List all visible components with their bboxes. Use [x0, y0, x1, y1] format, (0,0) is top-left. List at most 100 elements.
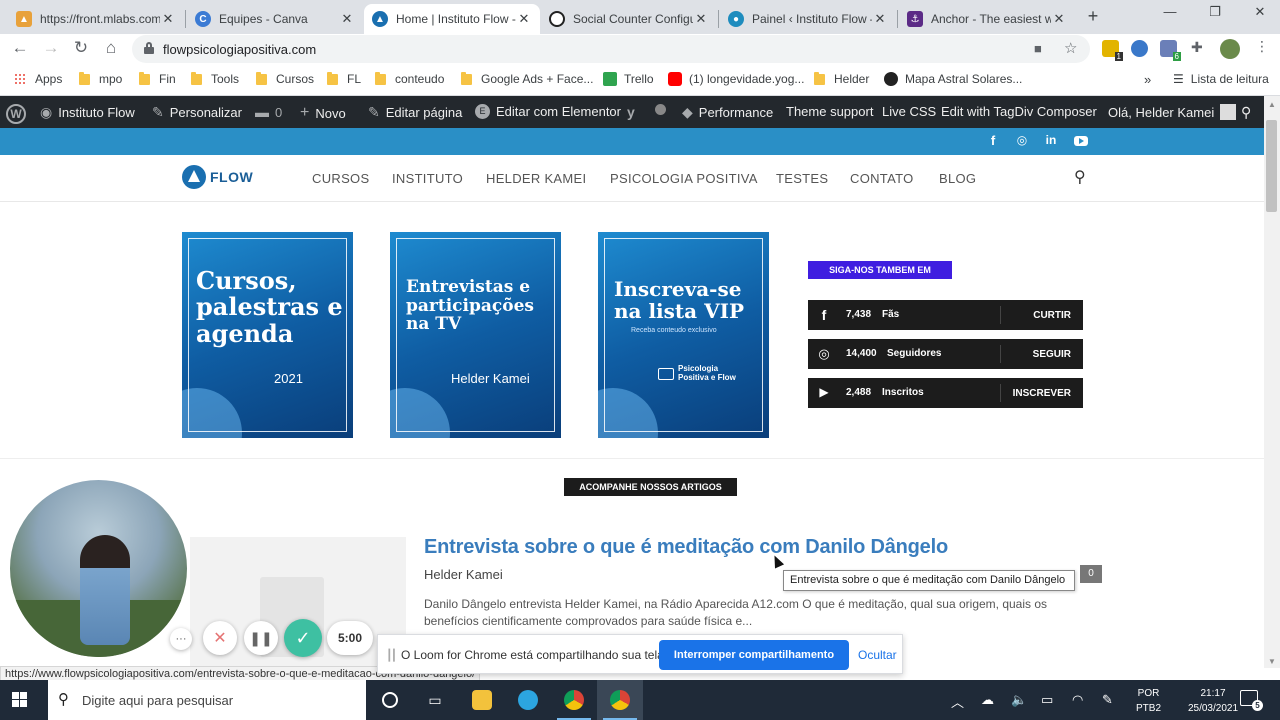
hide-button[interactable]: Ocultar — [858, 648, 897, 662]
bookmark-folder-conteudo[interactable]: conteudo — [375, 71, 444, 86]
onedrive-cloud-icon[interactable]: ☁ — [981, 692, 994, 708]
tab-anchor[interactable]: ⚓ Anchor - The easiest wa ✕ — [899, 4, 1075, 34]
puzzle-extensions-icon[interactable]: ✚ — [1191, 39, 1208, 56]
wp-new[interactable]: + Novo — [300, 104, 346, 122]
loom-cancel-icon[interactable]: ✕ — [203, 621, 237, 655]
subscribe-button[interactable]: INSCREVER — [1013, 388, 1071, 399]
like-button[interactable]: CURTIR — [1033, 310, 1071, 321]
loom-finish-check-icon[interactable]: ✓ — [284, 619, 322, 657]
banner-lista-vip[interactable]: Inscreva-se na lista VIP Receba conteudo… — [598, 232, 769, 438]
camera-icon[interactable]: ■ — [1034, 41, 1042, 56]
close-window-button[interactable]: ✕ — [1250, 4, 1270, 20]
site-logo[interactable]: FLOW — [182, 165, 253, 189]
wp-site-name[interactable]: ◉ Instituto Flow — [40, 104, 135, 121]
comment-count-badge[interactable]: 0 — [1080, 565, 1102, 583]
task-view-icon[interactable]: ▭ — [412, 680, 458, 720]
notification-center-icon[interactable]: 5 — [1240, 690, 1263, 711]
yoast-seo-icon[interactable]: y — [627, 104, 641, 120]
bookmark-folder-fin[interactable]: Fin — [139, 71, 176, 86]
profile-avatar[interactable] — [1220, 39, 1240, 59]
address-bar[interactable]: flowpsicologiapositiva.com ■ ☆ — [132, 35, 1090, 63]
bookmark-mapa-astral[interactable]: Mapa Astral Solares... — [884, 72, 1022, 86]
stop-sharing-button[interactable]: Interromper compartilhamento — [659, 640, 849, 670]
taskbar-search-box[interactable]: ⚲ Digite aqui para pesquisar — [48, 680, 366, 720]
banner-entrevistas[interactable]: Entrevistas e participações na TV Helder… — [390, 232, 561, 438]
youtube-icon[interactable] — [1073, 133, 1089, 148]
scroll-down-arrow-icon[interactable]: ▼ — [1268, 657, 1276, 666]
linkedin-icon[interactable]: in — [1043, 133, 1059, 147]
cortana-icon[interactable] — [367, 680, 413, 720]
wp-live-css[interactable]: Live CSS — [882, 104, 936, 119]
wp-tagdiv-composer[interactable]: Edit with TagDiv Composer — [941, 104, 1097, 119]
youtube-counter[interactable]: ▶ 2,488 Inscritos INSCREVER — [808, 378, 1083, 408]
more-bookmarks-chevron-icon[interactable]: » — [1144, 72, 1151, 87]
bookmark-folder-mpo[interactable]: mpo — [79, 71, 122, 86]
wp-edit-elementor[interactable]: E Editar com Elementor — [475, 104, 621, 119]
nav-testes[interactable]: TESTES — [776, 171, 828, 186]
close-tab-icon[interactable]: ✕ — [160, 11, 176, 27]
scroll-up-arrow-icon[interactable]: ▲ — [1268, 100, 1276, 109]
volume-icon[interactable]: 🔈 — [1011, 692, 1027, 708]
bookmark-folder-tools[interactable]: Tools — [191, 71, 239, 86]
bookmark-apps[interactable]: Apps — [14, 72, 62, 86]
home-icon[interactable]: ⌂ — [100, 38, 122, 58]
vertical-scrollbar[interactable]: ▲ ▼ — [1264, 96, 1280, 668]
windows-start-icon[interactable] — [12, 692, 28, 708]
chrome-icon[interactable] — [551, 680, 597, 720]
loom-pause-icon[interactable]: ❚❚ — [244, 621, 278, 655]
wp-comments[interactable]: ▬ 0 — [255, 104, 282, 120]
taskbar-clock[interactable]: 21:17 25/03/2021 — [1182, 686, 1244, 716]
tab-mlabs[interactable]: ▲ https://front.mlabs.com ✕ — [8, 4, 184, 34]
close-tab-icon[interactable]: ✕ — [693, 11, 709, 27]
nav-contato[interactable]: CONTATO — [850, 171, 914, 186]
facebook-icon[interactable]: f — [985, 133, 1001, 148]
nav-blog[interactable]: BLOG — [939, 171, 976, 186]
wordpress-logo-icon[interactable]: W — [6, 104, 26, 124]
nav-helder-kamei[interactable]: HELDER KAMEI — [486, 171, 586, 186]
keyboard-language[interactable]: POR PTB2 — [1136, 686, 1161, 716]
bookmark-star-icon[interactable]: ☆ — [1064, 39, 1077, 57]
tab-social-counter[interactable]: Social Counter Configu ✕ — [541, 4, 717, 34]
loom-more-options-icon[interactable]: ··· — [170, 628, 192, 650]
tab-instituto-flow-home[interactable]: ▲ Home | Instituto Flow - ✕ — [364, 4, 540, 34]
nav-instituto[interactable]: INSTITUTO — [392, 171, 463, 186]
telegram-icon[interactable] — [505, 680, 551, 720]
article-title-link[interactable]: Entrevista sobre o que é meditação com D… — [424, 536, 948, 559]
restore-button[interactable]: ❐ — [1205, 4, 1225, 20]
close-tab-icon[interactable]: ✕ — [872, 11, 888, 27]
extension-icon[interactable]: 6 — [1160, 40, 1181, 61]
scrollbar-thumb[interactable] — [1266, 120, 1277, 212]
tab-painel[interactable]: ● Painel ‹ Instituto Flow — ✕ — [720, 4, 896, 34]
wp-user-greeting[interactable]: Olá, Helder Kamei — [1108, 104, 1237, 120]
kebab-menu-icon[interactable]: ⋮ — [1251, 38, 1273, 55]
search-icon[interactable]: ⚲ — [1074, 167, 1086, 187]
instagram-icon[interactable]: ◎ — [1014, 133, 1030, 147]
bookmark-folder-helder[interactable]: Helder — [814, 71, 869, 86]
reload-icon[interactable]: ↻ — [70, 38, 92, 58]
minimize-button[interactable]: — — [1160, 4, 1180, 19]
tray-chevron-up-icon[interactable]: ︿ — [951, 692, 964, 711]
wp-edit-page[interactable]: ✎ Editar página — [368, 104, 462, 121]
wifi-icon[interactable]: ◠ — [1072, 692, 1083, 708]
bookmark-folder-cursos[interactable]: Cursos — [256, 71, 314, 86]
new-tab-button[interactable]: + — [1083, 6, 1103, 27]
bookmark-folder-google-ads[interactable]: Google Ads + Face... — [461, 71, 593, 86]
wp-search-icon[interactable]: ⚲ — [1241, 104, 1257, 121]
bookmark-trello[interactable]: Trello — [603, 72, 654, 86]
back-arrow-icon[interactable]: ← — [9, 38, 31, 58]
wp-customize[interactable]: ✎ Personalizar — [152, 104, 242, 121]
nav-psicologia-positiva[interactable]: PSICOLOGIA POSITIVA — [610, 171, 758, 186]
url-text[interactable]: flowpsicologiapositiva.com — [163, 42, 316, 57]
extension-icon[interactable] — [1131, 40, 1148, 57]
file-explorer-icon[interactable] — [459, 680, 505, 720]
reading-list-button[interactable]: ☰ Lista de leitura — [1173, 72, 1269, 86]
follow-button[interactable]: SEGUIR — [1033, 349, 1071, 360]
wp-performance[interactable]: ◆ Performance — [682, 104, 773, 121]
battery-icon[interactable]: ▭ — [1041, 692, 1053, 708]
bookmark-folder-fl[interactable]: FL — [327, 71, 361, 86]
close-tab-icon[interactable]: ✕ — [339, 11, 355, 27]
instagram-counter[interactable]: ◎ 14,400 Seguidores SEGUIR — [808, 339, 1083, 369]
seo-status-dot-icon[interactable] — [655, 104, 666, 115]
close-tab-icon[interactable]: ✕ — [516, 11, 532, 27]
close-tab-icon[interactable]: ✕ — [1051, 11, 1067, 27]
